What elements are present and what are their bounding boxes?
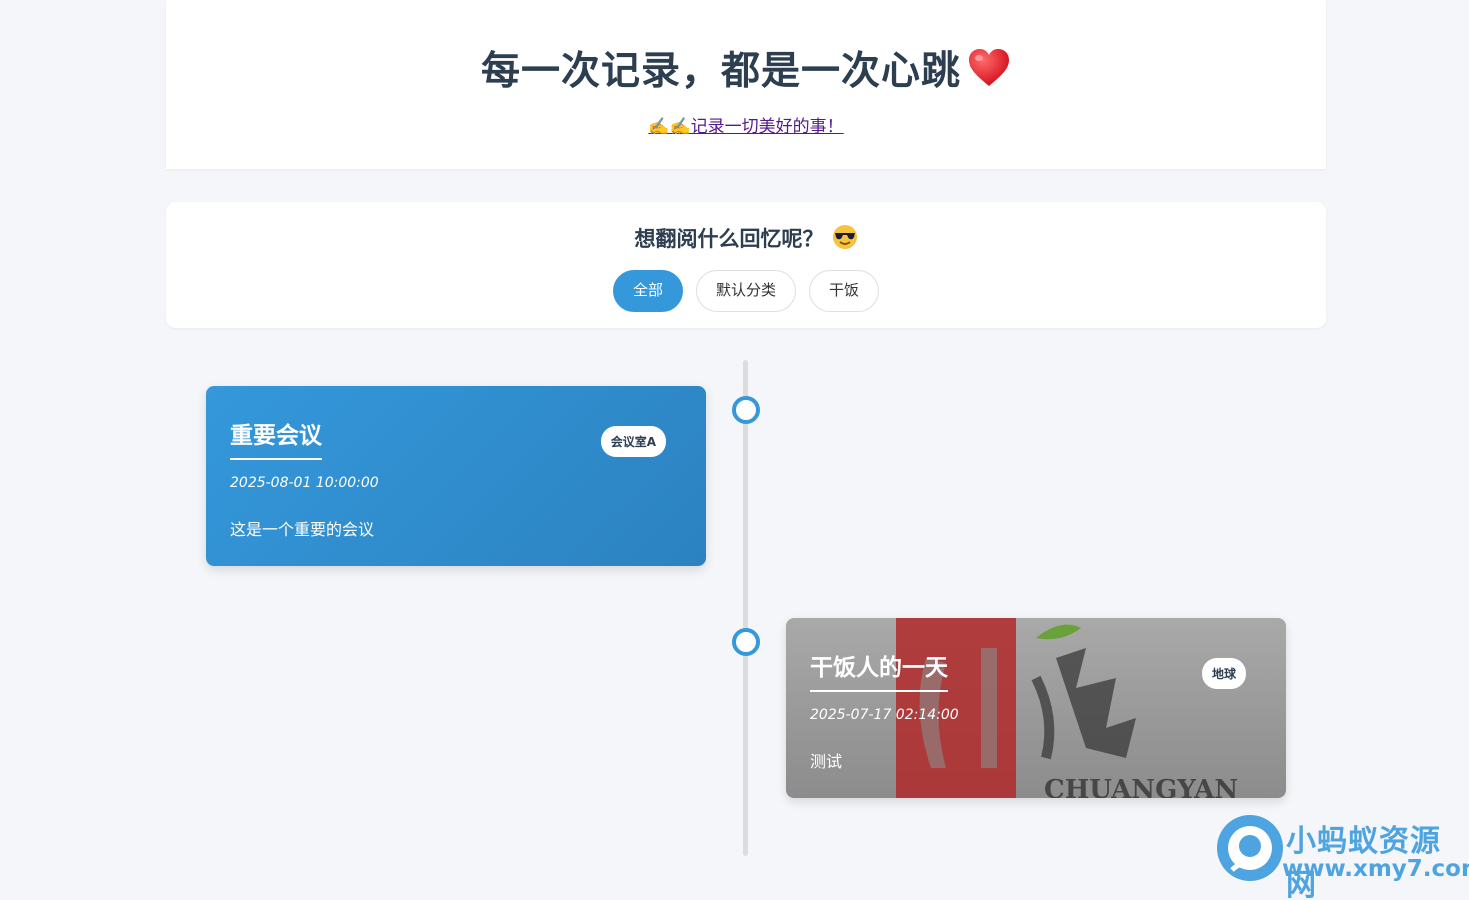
- subtitle: ✍️✍️记录一切美好的事！: [166, 112, 1326, 137]
- timeline-dot: [732, 396, 760, 424]
- timeline-card[interactable]: CHUANGYAN 干饭人的一天 地球 2025-07-17 02:14:00 …: [786, 618, 1286, 798]
- filter-ganfan-button[interactable]: 干饭: [809, 270, 880, 312]
- subtitle-link[interactable]: ✍️✍️记录一切美好的事！: [648, 117, 843, 137]
- filter-heading-text: 想翻阅什么回忆呢？: [634, 227, 824, 251]
- timeline-line: [743, 360, 748, 856]
- category-filter: 想翻阅什么回忆呢？ 全部 默认分类 干饭: [166, 202, 1326, 328]
- card-image-caption: CHUANGYAN: [1044, 775, 1238, 798]
- card-title: 干饭人的一天: [810, 648, 948, 692]
- heart-icon: [967, 48, 1011, 98]
- card-description: 这是一个重要的会议: [230, 520, 375, 539]
- location-badge: 会议室A: [600, 426, 666, 457]
- timeline-card[interactable]: 重要会议 会议室A 2025-08-01 10:00:00 这是一个重要的会议: [206, 386, 706, 566]
- card-date: 2025-07-17 02:14:00: [810, 707, 959, 723]
- timeline-dot: [732, 628, 760, 656]
- filter-default-category-button[interactable]: 默认分类: [695, 270, 796, 312]
- page-title-text: 每一次记录，都是一次心跳: [480, 49, 961, 94]
- filter-buttons: 全部 默认分类 干饭: [166, 270, 1326, 312]
- page-header: 每一次记录，都是一次心跳 ✍️✍️记录一切美好的事！: [166, 0, 1326, 169]
- page-title: 每一次记录，都是一次心跳: [166, 40, 1326, 98]
- ant-logo-icon: [1217, 815, 1283, 881]
- sunglasses-face-icon: [832, 224, 858, 255]
- location-badge: 地球: [1201, 658, 1246, 689]
- card-description: 测试: [810, 752, 843, 771]
- card-title: 重要会议: [230, 416, 322, 460]
- card-date: 2025-08-01 10:00:00: [230, 475, 379, 491]
- watermark-url: www.xmy7.com: [1282, 856, 1469, 882]
- filter-all-button[interactable]: 全部: [612, 270, 683, 312]
- filter-heading: 想翻阅什么回忆呢？: [166, 223, 1326, 255]
- watermark: 小蚂蚁资源网 www.xmy7.com: [1214, 812, 1469, 900]
